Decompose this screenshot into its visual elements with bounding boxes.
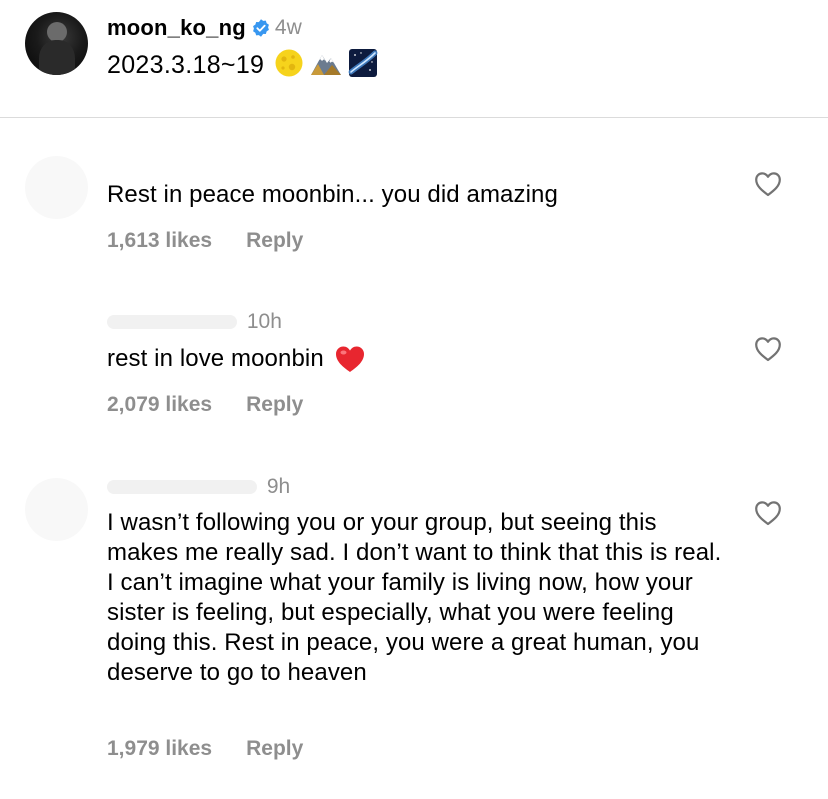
comment-actions: 1,613 likes Reply xyxy=(107,229,303,253)
milky-way-icon xyxy=(348,48,378,83)
caption-header: moon_ko_ng 4w xyxy=(107,14,302,42)
like-count[interactable]: 1,979 likes xyxy=(107,737,212,761)
author-avatar[interactable] xyxy=(25,12,88,75)
commenter-username-redacted[interactable] xyxy=(107,480,257,495)
full-moon-icon xyxy=(274,48,304,83)
comment-time-ago: 9h xyxy=(266,475,291,498)
avatar-head-shape xyxy=(47,22,67,42)
caption-divider xyxy=(0,117,828,118)
avatar-body-shape xyxy=(39,40,75,75)
red-heart-icon xyxy=(334,344,366,374)
comment-text-row: rest in love moonbin xyxy=(107,344,727,374)
heart-outline-icon[interactable] xyxy=(754,500,782,526)
comment-text: I wasn’t following you or your group, bu… xyxy=(107,509,722,686)
comment-actions: 1,979 likes Reply xyxy=(107,737,303,761)
caption-text: 2023.3.18~19 xyxy=(107,48,378,82)
comment-text: Rest in peace moonbin... you did amazing xyxy=(107,181,558,208)
heart-outline-icon[interactable] xyxy=(754,171,782,197)
post-caption: moon_ko_ng 4w 2023.3.18~19 xyxy=(0,0,828,117)
comment-time-ago: 10h xyxy=(246,310,282,333)
post-time-ago: 4w xyxy=(274,16,302,39)
heart-outline-icon[interactable] xyxy=(754,336,782,362)
reply-button[interactable]: Reply xyxy=(246,229,303,253)
verified-badge-icon xyxy=(251,18,271,38)
comment-meta: 10h xyxy=(107,310,282,334)
commenter-username-redacted[interactable] xyxy=(107,315,237,330)
like-count[interactable]: 1,613 likes xyxy=(107,229,212,253)
comment-actions: 2,079 likes Reply xyxy=(107,393,303,417)
comment-text: rest in love moonbin xyxy=(107,345,324,372)
mountain-icon xyxy=(310,48,342,83)
reply-button[interactable]: Reply xyxy=(246,393,303,417)
commenter-avatar[interactable] xyxy=(25,478,88,541)
reply-button[interactable]: Reply xyxy=(246,737,303,761)
comment-meta: 9h xyxy=(107,475,290,499)
author-username[interactable]: moon_ko_ng xyxy=(107,15,246,41)
like-count[interactable]: 2,079 likes xyxy=(107,393,212,417)
commenter-avatar[interactable] xyxy=(25,156,88,219)
caption-date: 2023.3.18~19 xyxy=(107,50,265,79)
